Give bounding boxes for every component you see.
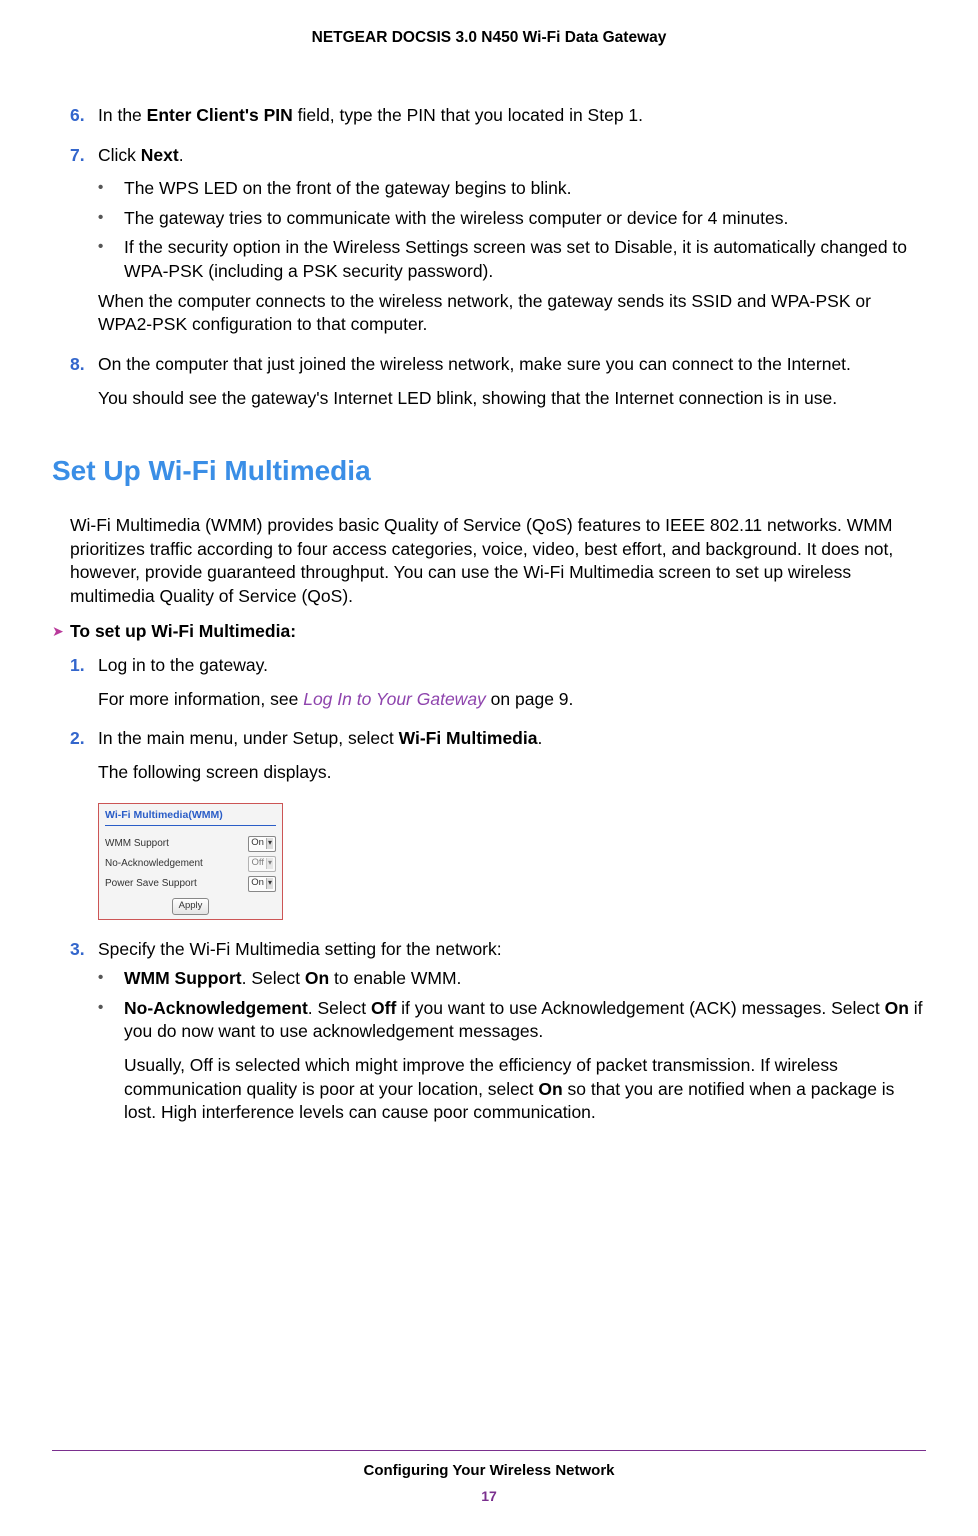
select-value: On: [251, 877, 264, 890]
wmm-support-select[interactable]: On▾: [248, 836, 276, 852]
procedure-heading: ➤ To set up Wi-Fi Multimedia:: [52, 620, 926, 644]
page-footer: Configuring Your Wireless Network 17: [52, 1450, 926, 1506]
text-frag: field, type the PIN that you located in …: [293, 105, 643, 125]
text-bold: Enter Client's PIN: [147, 105, 293, 125]
bullet-item: • The WPS LED on the front of the gatewa…: [98, 177, 926, 201]
cross-ref-link[interactable]: Log In to Your Gateway: [303, 689, 486, 709]
step-7-followup: When the computer connects to the wirele…: [98, 290, 926, 337]
footer-chapter-title: Configuring Your Wireless Network: [52, 1461, 926, 1481]
text-frag: . Select: [308, 998, 371, 1018]
text-bold: Next: [141, 145, 179, 165]
wmm-row-label: WMM Support: [105, 837, 248, 851]
text-frag: .: [179, 145, 184, 165]
bullet-dot-icon: •: [98, 177, 124, 201]
proc-step-1-p1: Log in to the gateway.: [98, 654, 926, 678]
no-ack-select[interactable]: Off▾: [248, 856, 276, 872]
divider: [105, 825, 276, 826]
bullet-text: The gateway tries to communicate with th…: [124, 207, 926, 231]
step-number: 7.: [70, 144, 98, 347]
apply-button[interactable]: Apply: [172, 898, 210, 915]
text-frag: if you want to use Acknowledgement (ACK)…: [396, 998, 884, 1018]
wmm-panel-title: Wi-Fi Multimedia(WMM): [99, 804, 282, 822]
text-frag: . Select: [242, 968, 305, 988]
wmm-screenshot: Wi-Fi Multimedia(WMM) WMM Support On▾ No…: [98, 803, 283, 920]
text-bold: WMM Support: [124, 968, 242, 988]
wmm-row: No-Acknowledgement Off▾: [99, 854, 282, 874]
section-heading: Set Up Wi-Fi Multimedia: [52, 452, 926, 490]
text-bold: On: [305, 968, 329, 988]
proc-step-1-p2: For more information, see Log In to Your…: [98, 688, 926, 712]
bullet-followup: Usually, Off is selected which might imp…: [124, 1054, 926, 1125]
select-value: Off: [251, 857, 264, 870]
step-number: 1.: [70, 654, 98, 721]
bullet-text: The WPS LED on the front of the gateway …: [124, 177, 926, 201]
text-frag: In the main menu, under Setup, select: [98, 728, 399, 748]
power-save-select[interactable]: On▾: [248, 876, 276, 892]
text-frag: .: [537, 728, 542, 748]
wmm-row: WMM Support On▾: [99, 834, 282, 854]
text-frag: to enable WMM.: [329, 968, 461, 988]
text-frag: For more information, see: [98, 689, 303, 709]
chevron-down-icon: ▾: [266, 858, 273, 869]
step-8: 8. On the computer that just joined the …: [70, 353, 926, 420]
chevron-down-icon: ▾: [266, 878, 273, 889]
step-number: 3.: [70, 938, 98, 1141]
footer-rule: [52, 1450, 926, 1451]
select-value: On: [251, 837, 264, 850]
wmm-row: Power Save Support On▾: [99, 874, 282, 894]
step-6-text: In the Enter Client's PIN field, type th…: [98, 104, 926, 128]
bullet-item: • WMM Support. Select On to enable WMM.: [98, 967, 926, 991]
text-frag: In the: [98, 105, 147, 125]
proc-step-2-p1: In the main menu, under Setup, select Wi…: [98, 727, 926, 751]
bullet-item: • The gateway tries to communicate with …: [98, 207, 926, 231]
step-8-p2: You should see the gateway's Internet LE…: [98, 387, 926, 411]
text-bold: No-Acknowledgement: [124, 998, 308, 1018]
proc-step-3-p1: Specify the Wi-Fi Multimedia setting for…: [98, 938, 926, 962]
step-8-p1: On the computer that just joined the wir…: [98, 353, 926, 377]
step-6: 6. In the Enter Client's PIN field, type…: [70, 104, 926, 138]
bullet-item: • If the security option in the Wireless…: [98, 236, 926, 283]
bullet-text: No-Acknowledgement. Select Off if you wa…: [124, 997, 926, 1044]
bullet-dot-icon: •: [98, 967, 124, 991]
wmm-row-label: No-Acknowledgement: [105, 857, 248, 871]
proc-step-2: 2. In the main menu, under Setup, select…: [70, 727, 926, 794]
step-number: 6.: [70, 104, 98, 138]
text-bold: Wi-Fi Multimedia: [399, 728, 538, 748]
step-7: 7. Click Next. • The WPS LED on the fron…: [70, 144, 926, 347]
chevron-down-icon: ▾: [266, 838, 273, 849]
wmm-row-label: Power Save Support: [105, 877, 248, 891]
running-header: NETGEAR DOCSIS 3.0 N450 Wi-Fi Data Gatew…: [52, 28, 926, 49]
proc-step-3: 3. Specify the Wi-Fi Multimedia setting …: [70, 938, 926, 1141]
text-bold: On: [538, 1079, 562, 1099]
text-bold: On: [885, 998, 909, 1018]
proc-step-2-p2: The following screen displays.: [98, 761, 926, 785]
bullet-item: • No-Acknowledgement. Select Off if you …: [98, 997, 926, 1135]
step-number: 2.: [70, 727, 98, 794]
step-number: 8.: [70, 353, 98, 420]
proc-step-1: 1. Log in to the gateway. For more infor…: [70, 654, 926, 721]
footer-page-number: 17: [52, 1487, 926, 1506]
bullet-dot-icon: •: [98, 207, 124, 231]
procedure-heading-text: To set up Wi-Fi Multimedia:: [70, 620, 296, 644]
text-frag: Click: [98, 145, 141, 165]
arrow-icon: ➤: [52, 620, 70, 642]
bullet-dot-icon: •: [98, 997, 124, 1135]
bullet-text: If the security option in the Wireless S…: [124, 236, 926, 283]
step-7-text: Click Next.: [98, 144, 926, 168]
intro-paragraph: Wi-Fi Multimedia (WMM) provides basic Qu…: [70, 514, 926, 609]
bullet-text: WMM Support. Select On to enable WMM.: [124, 967, 926, 991]
bullet-dot-icon: •: [98, 236, 124, 283]
text-bold: Off: [371, 998, 396, 1018]
text-frag: on page 9.: [486, 689, 574, 709]
